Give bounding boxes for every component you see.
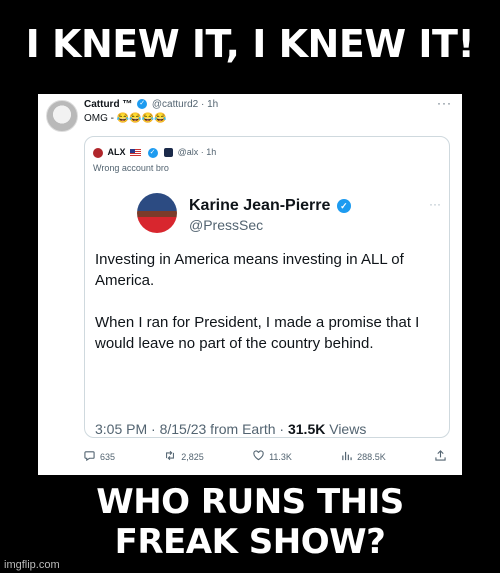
- us-flag-icon: [130, 149, 142, 157]
- tweet-author-handle[interactable]: @catturd2: [152, 99, 198, 110]
- inner-paragraph-2: When I ran for President, I made a promi…: [95, 314, 420, 352]
- retweet-icon: [164, 450, 176, 464]
- inner-author-handle: @PressSec: [189, 217, 264, 233]
- like-button[interactable]: 11.3K: [253, 450, 292, 464]
- inner-views-label: Views: [325, 421, 367, 437]
- meme-bottom-line-2: FREAK SHOW?: [114, 522, 386, 562]
- quoted-author-name: ALX: [107, 147, 126, 157]
- meme-top-caption: I KNEW IT, I KNEW IT!: [25, 22, 475, 66]
- tweet-header: Catturd ™ ✓ @catturd2 · 1h: [84, 99, 218, 110]
- quoted-author-handle: @alx: [177, 147, 199, 157]
- verified-badge-icon: ✓: [147, 147, 158, 158]
- catturd-avatar[interactable]: [46, 100, 78, 132]
- quoted-tweet[interactable]: ALX ✓ @alx · 1h Wrong account bro Karine…: [84, 136, 450, 438]
- inner-views-count: 31.5K: [287, 421, 326, 437]
- inner-author-name: Karine Jean-Pierre ✓: [189, 197, 353, 215]
- retweet-button[interactable]: 2,825: [164, 450, 204, 464]
- alx-avatar: [93, 147, 103, 158]
- quoted-time: · 1h: [200, 147, 217, 157]
- imgflip-watermark: imgflip.com: [4, 559, 60, 571]
- inner-more-icon: ···: [429, 197, 441, 211]
- verified-badge-icon: ✓: [336, 198, 351, 213]
- like-count: 11.3K: [269, 452, 292, 462]
- inner-paragraph-1: Investing in America means investing in …: [95, 251, 404, 289]
- reply-count: 635: [100, 452, 116, 462]
- karine-avatar: [137, 193, 177, 233]
- heart-icon: [253, 450, 264, 464]
- views-count: 288.5K: [357, 452, 386, 462]
- quoted-tweet-header: ALX ✓ @alx · 1h: [93, 147, 216, 158]
- inner-tweet-meta: 3:05 PM · 8/15/23 from Earth · 31.5K Vie…: [95, 421, 366, 437]
- tweet-time: · 1h: [200, 99, 219, 110]
- inner-tweet-body: Investing in America means investing in …: [95, 249, 435, 375]
- inner-timestamp: 3:05 PM · 8/15/23 from Earth ·: [95, 421, 288, 437]
- tweet-card: Catturd ™ ✓ @catturd2 · 1h ··· OMG - 😂😂😂…: [38, 94, 462, 475]
- share-button[interactable]: [435, 450, 446, 464]
- quoted-tweet-text: Wrong account bro: [93, 163, 169, 173]
- more-options-icon[interactable]: ···: [437, 96, 452, 110]
- tweet-actions: 635 2,825 11.3K 288.5K: [84, 450, 446, 464]
- retweet-count: 2,825: [181, 452, 204, 462]
- bar-chart-icon: [341, 450, 352, 464]
- tweet-author-name[interactable]: Catturd ™: [84, 99, 132, 110]
- share-icon: [435, 450, 446, 464]
- speech-bubble-icon: [84, 450, 95, 464]
- tweet-text: OMG - 😂😂😂😂: [84, 113, 167, 124]
- views-button[interactable]: 288.5K: [341, 450, 386, 464]
- meme-bottom-line-1: WHO RUNS THIS: [96, 482, 404, 522]
- verified-badge-icon: ✓: [137, 99, 148, 110]
- affiliate-badge-icon: [164, 148, 174, 158]
- reply-button[interactable]: 635: [84, 450, 115, 464]
- meme-bottom-caption: WHO RUNS THIS FREAK SHOW?: [0, 482, 500, 562]
